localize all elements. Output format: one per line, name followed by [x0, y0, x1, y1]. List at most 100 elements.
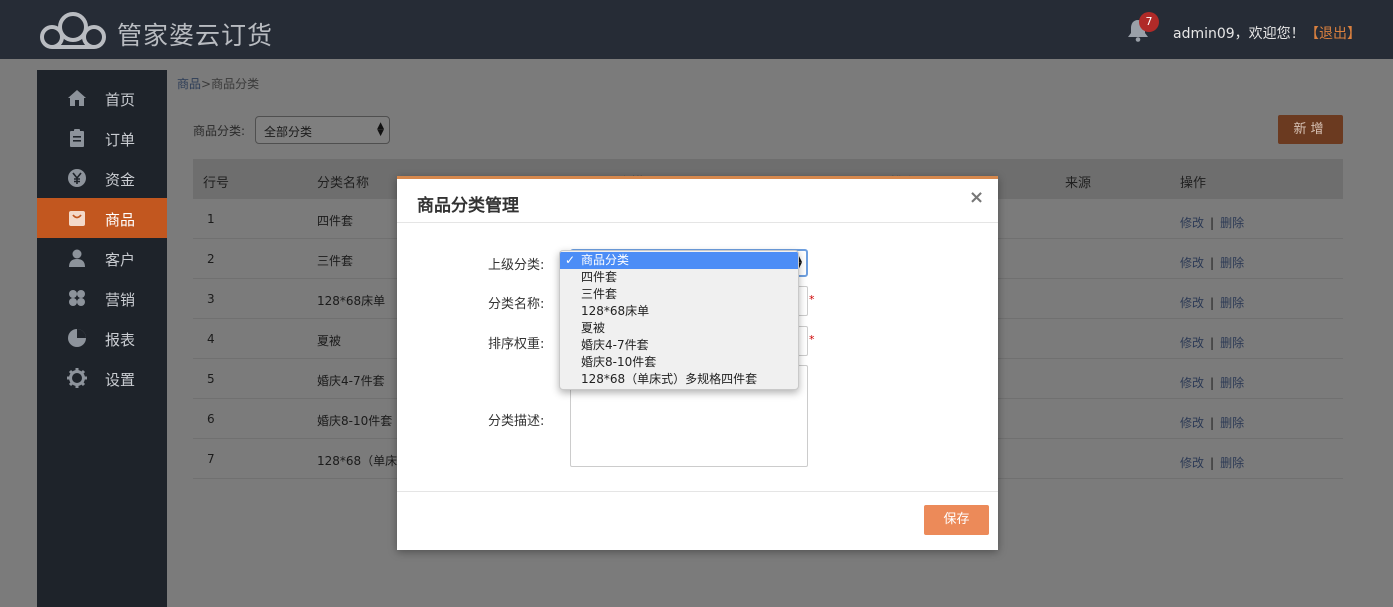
row-number: 7 [207, 452, 215, 466]
dialog-divider [397, 491, 998, 492]
dropdown-option[interactable]: 128*68床单 [560, 303, 798, 320]
logout-link[interactable]: 【退出】 [1305, 23, 1361, 43]
row-name: 128*68（单床式 [317, 454, 410, 468]
sidebar-item-home[interactable]: 首页 [37, 78, 167, 118]
delete-link[interactable]: 删除 [1220, 456, 1244, 470]
sidebar-item-label: 商品 [105, 211, 136, 229]
dialog-title: 商品分类管理 [417, 196, 519, 216]
row-name: 夏被 [317, 334, 342, 348]
delete-link[interactable]: 删除 [1220, 256, 1244, 270]
home-icon [68, 90, 86, 106]
dropdown-option[interactable]: 夏被 [560, 320, 798, 337]
op-separator: | [1210, 456, 1215, 470]
delete-link[interactable]: 删除 [1220, 336, 1244, 350]
edit-link[interactable]: 修改 [1180, 456, 1204, 470]
edit-link[interactable]: 修改 [1180, 336, 1204, 350]
col-header-source: 来源 [1065, 176, 1092, 191]
edit-link[interactable]: 修改 [1180, 376, 1204, 390]
dropdown-option[interactable]: 三件套 [560, 286, 798, 303]
col-header-ops: 操作 [1180, 176, 1207, 191]
category-filter-select[interactable]: 全部分类 ▲ ▼ [255, 116, 390, 144]
row-ops: 修改 | 删除 [1180, 414, 1244, 431]
checkmark-icon: ✓ [565, 253, 576, 267]
sidebar-item-label: 资金 [105, 171, 136, 189]
row-ops: 修改 | 删除 [1180, 374, 1244, 391]
sidebar-item-label: 报表 [105, 331, 136, 349]
filter-selected-value: 全部分类 [264, 125, 313, 139]
op-separator: | [1210, 256, 1215, 270]
breadcrumb-parent[interactable]: 商品 [177, 77, 201, 91]
edit-link[interactable]: 修改 [1180, 296, 1204, 310]
sidebar-item-label: 客户 [105, 251, 136, 269]
edit-link[interactable]: 修改 [1180, 216, 1204, 230]
yen-icon [68, 169, 86, 187]
close-icon[interactable]: × [969, 187, 984, 208]
sidebar-item-funds[interactable]: 资金 [37, 158, 167, 198]
notification-badge: 7 [1139, 12, 1159, 32]
filter-label: 商品分类: [193, 124, 246, 138]
row-ops: 修改 | 删除 [1180, 454, 1244, 471]
category-desc-label: 分类描述: [488, 414, 545, 429]
pie-chart-icon [68, 329, 86, 347]
sidebar-item-orders[interactable]: 订单 [37, 118, 167, 158]
welcome-text: admin09，欢迎您！ [1173, 26, 1305, 42]
dropdown-option[interactable]: 四件套 [560, 269, 798, 286]
delete-link[interactable]: 删除 [1220, 376, 1244, 390]
dropdown-option[interactable]: 婚庆4-7件套 [560, 337, 798, 354]
sidebar-item-label: 订单 [105, 131, 136, 149]
sidebar-item-label: 营销 [105, 291, 136, 309]
dropdown-option[interactable]: ✓ 商品分类 [560, 252, 798, 269]
row-ops: 修改 | 删除 [1180, 214, 1244, 231]
row-name: 婚庆4-7件套 [317, 374, 385, 388]
select-arrows-icon: ▲▼ [377, 121, 384, 138]
sidebar-item-label: 设置 [105, 371, 136, 389]
sidebar-item-customers[interactable]: 客户 [37, 238, 167, 278]
sidebar: 首页 订单 资金 商品 客户 营销 报表 设置 [37, 70, 167, 607]
required-mark: * [809, 333, 815, 346]
row-number: 3 [207, 292, 215, 306]
sidebar-item-marketing[interactable]: 营销 [37, 278, 167, 318]
op-separator: | [1210, 416, 1215, 430]
row-ops: 修改 | 删除 [1180, 254, 1244, 271]
dropdown-option[interactable]: 128*68（单床式）多规格四件套 [560, 371, 798, 388]
sort-weight-label: 排序权重: [488, 337, 545, 352]
gear-icon [67, 368, 87, 388]
row-name: 128*68床单 [317, 294, 386, 308]
op-separator: | [1210, 336, 1215, 350]
clipboard-icon [70, 129, 84, 147]
sidebar-item-label: 首页 [105, 91, 136, 109]
breadcrumb-separator: > [201, 77, 212, 91]
sidebar-item-settings[interactable]: 设置 [37, 358, 167, 398]
category-name-label: 分类名称: [488, 297, 545, 312]
delete-link[interactable]: 删除 [1220, 416, 1244, 430]
cloud-logo-icon [40, 12, 106, 49]
parent-category-dropdown: ✓ 商品分类 四件套 三件套 128*68床单 夏被 婚庆4-7件套 婚庆8-10… [559, 250, 799, 390]
row-name: 婚庆8-10件套 [317, 414, 393, 428]
brand-name: 管家婆云订货 [117, 21, 274, 50]
edit-link[interactable]: 修改 [1180, 416, 1204, 430]
required-mark: * [809, 293, 815, 306]
sidebar-item-reports[interactable]: 报表 [37, 318, 167, 358]
op-separator: | [1210, 296, 1215, 310]
user-icon [69, 249, 85, 267]
dialog-divider [397, 222, 998, 223]
clover-icon [69, 290, 85, 306]
save-button[interactable]: 保存 [924, 505, 989, 535]
top-header: 管家婆云订货 7 admin09，欢迎您！ 【退出】 [0, 0, 1393, 59]
delete-link[interactable]: 删除 [1220, 296, 1244, 310]
dropdown-option[interactable]: 婚庆8-10件套 [560, 354, 798, 371]
row-number: 1 [207, 212, 215, 226]
new-button[interactable]: 新增 [1278, 115, 1343, 144]
breadcrumb-current: 商品分类 [211, 77, 260, 91]
op-separator: | [1210, 376, 1215, 390]
parent-category-label: 上级分类: [488, 258, 545, 273]
row-name: 三件套 [317, 254, 354, 268]
edit-link[interactable]: 修改 [1180, 256, 1204, 270]
row-ops: 修改 | 删除 [1180, 334, 1244, 351]
row-ops: 修改 | 删除 [1180, 294, 1244, 311]
delete-link[interactable]: 删除 [1220, 216, 1244, 230]
sidebar-item-products[interactable]: 商品 [37, 198, 167, 238]
bag-icon [69, 211, 85, 226]
row-number: 2 [207, 252, 215, 266]
row-number: 6 [207, 412, 215, 426]
